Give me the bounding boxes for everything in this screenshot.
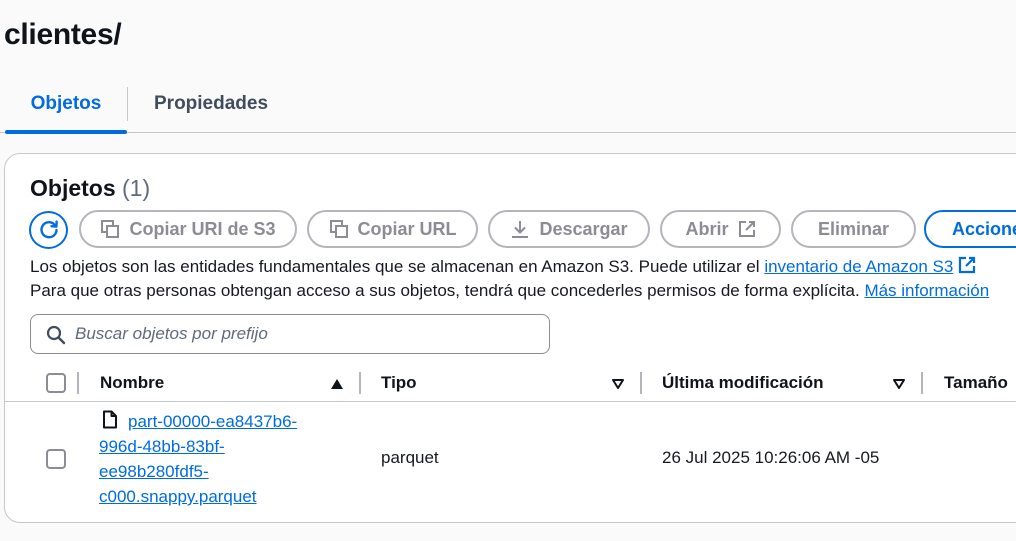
copy-s3-uri-button[interactable]: Copiar URI de S3	[79, 210, 297, 248]
object-last-modified: 26 Jul 2025 10:26:06 AM -05	[662, 448, 880, 467]
description-line-2: Para que otras personas obtengan acceso …	[30, 279, 1016, 303]
objects-heading-label: Objetos	[30, 175, 116, 201]
objects-heading: Objetos (1)	[30, 175, 150, 202]
tab-objetos[interactable]: Objetos	[5, 84, 127, 134]
object-name-link[interactable]: c000.snappy.parquet	[99, 487, 257, 506]
sort-icon[interactable]	[611, 378, 625, 390]
copy-url-button[interactable]: Copiar URL	[307, 210, 478, 248]
object-type: parquet	[381, 448, 439, 467]
copy-s3-uri-label: Copiar URI de S3	[129, 218, 276, 239]
search-icon	[46, 325, 66, 345]
download-icon	[512, 221, 529, 238]
external-link-icon	[959, 256, 976, 274]
actions-label: Acciones	[952, 218, 1016, 239]
s3-folder-page: clientes/ Objetos Propiedades Objetos (1…	[0, 0, 1016, 541]
object-name-line: part-00000-ea8437b6-	[99, 409, 329, 434]
description-text-1: Los objetos son las entidades fundamenta…	[30, 257, 765, 276]
copy-icon	[101, 220, 120, 238]
open-button[interactable]: Abrir	[660, 210, 781, 248]
learn-more-link[interactable]: Más información	[864, 281, 989, 300]
search-input[interactable]	[75, 315, 545, 353]
external-link-icon	[738, 221, 755, 237]
column-header-tamano[interactable]: Tamaño	[944, 364, 1008, 402]
object-name-link[interactable]: ee98b280fdf5-	[99, 462, 209, 481]
tab-propiedades[interactable]: Propiedades	[154, 84, 268, 132]
refresh-icon	[39, 220, 58, 239]
column-divider	[640, 372, 642, 394]
download-label: Descargar	[539, 218, 628, 239]
object-name-cell: part-00000-ea8437b6- 996d-48bb-83bf- ee9…	[99, 409, 329, 509]
column-divider	[921, 372, 923, 394]
description-text-2: Para que otras personas obtengan acceso …	[30, 281, 865, 300]
column-header-nombre[interactable]: Nombre	[100, 364, 164, 402]
object-name-line: 996d-48bb-83bf-	[99, 434, 329, 459]
inventory-link[interactable]: inventario de Amazon S3	[764, 257, 953, 276]
description-line-1: Los objetos son las entidades fundamenta…	[30, 255, 1016, 279]
objects-panel: Objetos (1) Copiar URI de S3 Copiar URL …	[4, 153, 1016, 523]
object-name-line: ee98b280fdf5-	[99, 459, 329, 484]
file-icon	[103, 410, 117, 429]
refresh-button[interactable]	[29, 211, 68, 249]
actions-button[interactable]: Acciones	[924, 210, 1016, 248]
download-button[interactable]: Descargar	[488, 210, 650, 248]
delete-button[interactable]: Eliminar	[791, 210, 916, 248]
tab-bar: Objetos Propiedades	[0, 84, 1016, 134]
object-name-link[interactable]: 996d-48bb-83bf-	[99, 437, 225, 456]
row-checkbox[interactable]	[46, 449, 66, 469]
object-name-link[interactable]: part-00000-ea8437b6-	[128, 412, 297, 431]
delete-label: Eliminar	[817, 218, 890, 239]
page-title: clientes/	[4, 18, 122, 51]
objects-count: (1)	[122, 175, 151, 201]
sort-ascending-icon[interactable]	[330, 378, 344, 390]
objects-description: Los objetos son las entidades fundamenta…	[30, 255, 1016, 303]
table-header: Nombre Tipo Última modificación Tamaño	[5, 364, 1016, 402]
column-header-ultima-modificacion[interactable]: Última modificación	[662, 364, 824, 402]
column-header-tipo[interactable]: Tipo	[381, 364, 417, 402]
open-label: Abrir	[685, 218, 729, 239]
sort-icon[interactable]	[892, 378, 906, 390]
column-divider	[77, 372, 79, 394]
copy-url-label: Copiar URL	[357, 218, 457, 239]
copy-icon	[329, 220, 348, 238]
object-name-line: c000.snappy.parquet	[99, 484, 329, 509]
column-divider	[359, 372, 361, 394]
select-all-checkbox[interactable]	[46, 373, 66, 393]
table-row: part-00000-ea8437b6- 996d-48bb-83bf- ee9…	[5, 403, 1016, 519]
search-box	[30, 314, 550, 354]
tab-divider	[127, 87, 128, 121]
